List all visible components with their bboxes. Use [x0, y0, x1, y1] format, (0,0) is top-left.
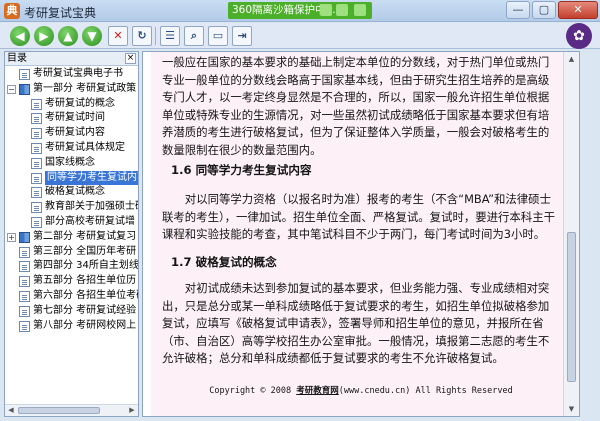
page-icon — [31, 216, 42, 228]
page-icon — [31, 157, 42, 169]
paragraph: 对初试成绩未达到参加复试的基本要求，但业务能力强、专业成绩相对突出，只是总分或某… — [162, 281, 550, 365]
tree-item[interactable]: 破格复试概念 — [5, 185, 138, 200]
book-icon — [19, 231, 30, 243]
arrow-down-icon[interactable]: ▼ — [82, 26, 102, 46]
tree-item[interactable]: 部分高校考研复试增 — [5, 215, 138, 230]
page-icon — [19, 246, 30, 258]
tree-item[interactable]: 第四部分 34所自主划线 — [5, 259, 138, 274]
scrollbar-thumb[interactable] — [18, 407, 100, 414]
maximize-button[interactable]: ▢ — [532, 1, 556, 19]
tree-item[interactable]: 第六部分 各招生单位考研 — [5, 289, 138, 304]
toolbar: ◀ ▶ ▲ ▼ ✕ ↻ ☰ ⌕ ▭ ⇥ ✿ — [0, 23, 600, 49]
scroll-left-icon[interactable]: ◀ — [5, 405, 17, 416]
contents-sidebar: 目录 × 考研复试宝典电子书 − 第一部分 考研复试政策 考研复试的概念 考研复… — [4, 51, 139, 417]
tree-item[interactable]: 考研复试具体规定 — [5, 141, 138, 156]
stop-icon[interactable]: ✕ — [108, 26, 128, 46]
minimize-button[interactable]: — — [506, 1, 530, 19]
page-icon — [31, 172, 42, 184]
page-icon — [31, 142, 42, 154]
collapse-toggle[interactable]: − — [7, 84, 16, 94]
page-icon — [19, 276, 30, 288]
tree-item[interactable]: 第三部分 全国历年考研 — [5, 245, 138, 260]
sidebar-header: 目录 × — [5, 52, 138, 66]
app-icon: 典 — [4, 3, 20, 19]
toolbar-separator — [155, 27, 156, 45]
tree-item[interactable]: 教育部关于加强硕士研究生 — [5, 200, 138, 215]
page-icon — [31, 113, 42, 125]
contents-pane-icon[interactable]: ☰ — [160, 26, 180, 46]
window-title: 考研复试宝典 — [24, 6, 97, 20]
tree-item[interactable]: 考研复试宝典电子书 — [5, 67, 138, 82]
page-icon — [19, 305, 30, 317]
content-pane: 一般应在国家的基本要求的基础上制定本单位的分数线，对于热门单位或热门专业一般单位… — [142, 51, 580, 417]
scrollbar-thumb[interactable] — [567, 232, 576, 382]
tree-item[interactable]: 国家线概念 — [5, 156, 138, 171]
book-icon — [19, 83, 30, 95]
page-icon — [19, 261, 30, 273]
sidebar-horizontal-scrollbar[interactable]: ◀ ▶ — [5, 404, 138, 416]
expand-toggle[interactable]: + — [7, 232, 16, 242]
copyright-footer: Copyright © 2008 考研教育网(www.cnedu.cn) All… — [209, 386, 513, 396]
folder-icon[interactable] — [336, 4, 348, 16]
arrow-right-icon[interactable]: ▶ — [34, 26, 54, 46]
logo-icon: ✿ — [566, 23, 592, 49]
scroll-right-icon[interactable]: ▶ — [126, 405, 138, 416]
page-icon — [31, 128, 42, 140]
close-button[interactable]: ✕ — [558, 1, 598, 19]
tree-item[interactable]: 考研复试的概念 — [5, 97, 138, 112]
content-vertical-scrollbar[interactable]: ▲ ▼ — [563, 52, 579, 416]
brand-link[interactable]: 考研教育网 — [296, 386, 339, 396]
pin-icon[interactable] — [354, 4, 366, 16]
exit-icon[interactable]: ⇥ — [232, 26, 252, 46]
refresh-icon[interactable]: ↻ — [132, 26, 152, 46]
section-heading: 1.7 破格复试的概念 — [171, 255, 277, 269]
search-icon[interactable]: ⌕ — [184, 26, 204, 46]
arrow-left-icon[interactable]: ◀ — [10, 26, 30, 46]
tree-item[interactable]: 考研复试内容 — [5, 126, 138, 141]
paragraph: 对以同等学力资格（以报名时为准）报考的考生（不含“MBA”和法律硕士联考的考生）… — [162, 192, 555, 241]
page-icon — [31, 98, 42, 110]
scroll-down-icon[interactable]: ▼ — [564, 402, 579, 416]
image-icon[interactable]: ▭ — [208, 26, 228, 46]
page-icon — [31, 202, 42, 214]
arrow-up-icon[interactable]: ▲ — [58, 26, 78, 46]
page-icon — [19, 290, 30, 302]
tree-item[interactable]: 第七部分 考研复试经验 — [5, 304, 138, 319]
sidebar-close-button[interactable]: × — [125, 53, 136, 64]
refresh-icon[interactable] — [320, 4, 332, 16]
title-bar: 典 考研复试宝典 360隔离沙箱保护中... — ▢ ✕ — [0, 0, 600, 22]
section-heading: 1.6 同等学力考生复试内容 — [171, 163, 312, 177]
sandbox-badge[interactable]: 360隔离沙箱保护中... — [228, 2, 372, 19]
article-page: 一般应在国家的基本要求的基础上制定本单位的分数线，对于热门单位或热门专业一般单位… — [151, 52, 571, 416]
paragraph: 一般应在国家的基本要求的基础上制定本单位的分数线，对于热门单位或热门专业一般单位… — [162, 55, 550, 157]
tree-item[interactable]: 考研复试时间 — [5, 111, 138, 126]
scroll-up-icon[interactable]: ▲ — [564, 52, 579, 66]
contents-tree: 考研复试宝典电子书 − 第一部分 考研复试政策 考研复试的概念 考研复试时间 考… — [5, 67, 138, 405]
tree-item[interactable]: 第八部分 考研网校网上 — [5, 319, 138, 334]
tree-item[interactable]: − 第一部分 考研复试政策 — [5, 82, 138, 97]
page-icon — [19, 320, 30, 332]
sidebar-title: 目录 — [7, 53, 27, 64]
page-icon — [19, 69, 30, 80]
tree-item[interactable]: + 第二部分 考研复试复习 — [5, 230, 138, 245]
tree-item[interactable]: 第五部分 各招生单位历 — [5, 274, 138, 289]
page-icon — [31, 187, 42, 199]
tree-item-selected[interactable]: 同等学力考生复试内容 — [5, 170, 138, 186]
